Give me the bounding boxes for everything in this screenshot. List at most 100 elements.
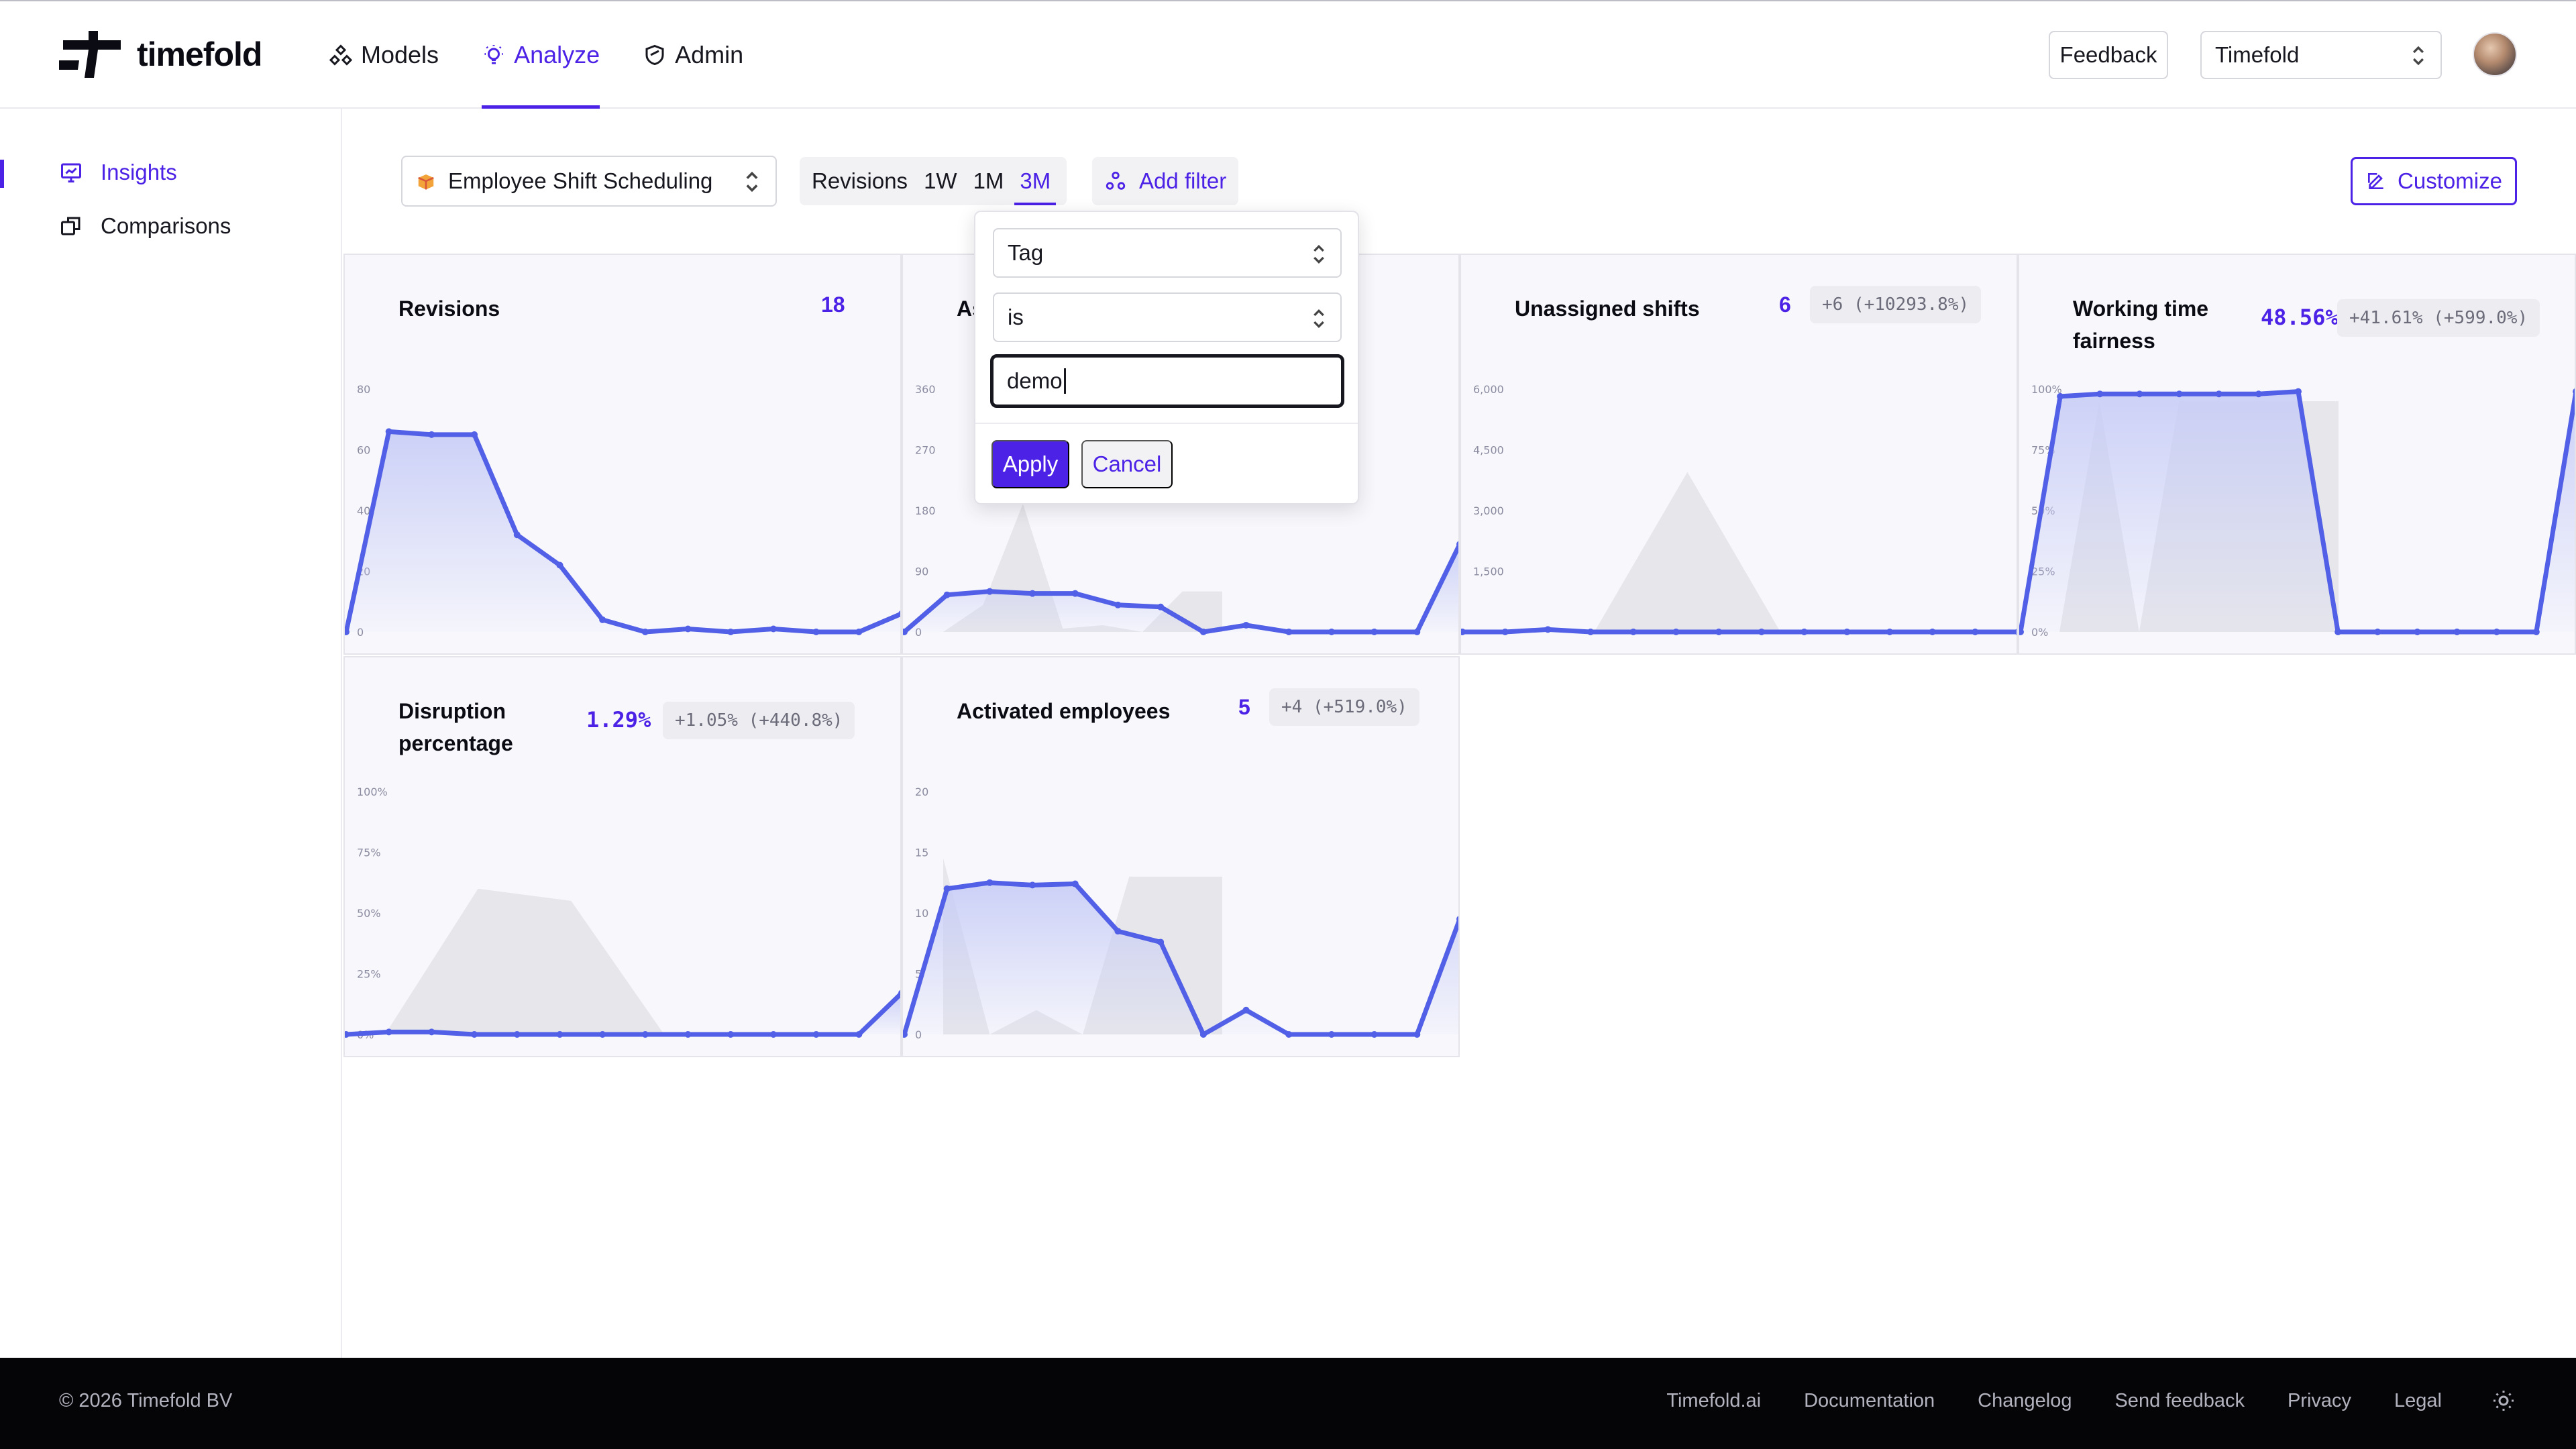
- footer-link-privacy[interactable]: Privacy: [2288, 1390, 2351, 1412]
- data-point: [1886, 629, 1893, 635]
- metric-card-unassigned-shifts[interactable]: 6,000 4,500 3,000 1,500 Unassigned shifts 6 +6…: [1460, 254, 2018, 655]
- cancel-button[interactable]: Cancel: [1081, 440, 1173, 488]
- model-select[interactable]: Employee Shift Scheduling: [401, 156, 777, 207]
- user-avatar[interactable]: [2473, 32, 2517, 76]
- data-point: [1371, 629, 1378, 635]
- filter-value-text: demo: [1007, 368, 1063, 393]
- y-tick-label: 4,500: [1473, 444, 1504, 457]
- metric-delta-badge: +4 (+519.0%): [1269, 688, 1419, 726]
- chevron-up-down-icon: [1313, 309, 1324, 329]
- data-point: [385, 428, 392, 435]
- filter-field-select[interactable]: Tag: [993, 228, 1342, 278]
- text-caret: [1063, 368, 1066, 394]
- customize-button[interactable]: Customize: [2351, 157, 2517, 205]
- nav-models-label: Models: [361, 41, 439, 68]
- data-point: [1843, 629, 1851, 635]
- data-point: [2295, 388, 2302, 395]
- y-tick-label: 3,000: [1473, 504, 1504, 517]
- metric-card-title: Disruption percentage: [398, 699, 513, 755]
- filter-value-input[interactable]: demo: [990, 354, 1344, 408]
- data-point: [1801, 629, 1808, 635]
- sun-icon[interactable]: [2491, 1389, 2516, 1413]
- series-area: [2021, 391, 2575, 632]
- metric-card-title: Unassigned shifts: [1515, 297, 1700, 321]
- metric-value: 5: [1238, 695, 1250, 719]
- y-tick-label: 80: [357, 383, 370, 396]
- y-tick-label: 60: [357, 444, 370, 457]
- feedback-button[interactable]: Feedback: [2049, 31, 2168, 79]
- data-point: [986, 588, 994, 595]
- range-3m-button[interactable]: 3M: [1012, 157, 1059, 205]
- data-point: [599, 616, 606, 623]
- previous-period-area: [1501, 472, 1780, 632]
- y-tick-label: 6,000: [1473, 383, 1504, 396]
- data-point: [812, 629, 820, 635]
- copyright: © 2026 Timefold BV: [59, 1390, 233, 1411]
- footer-link-timefold-ai[interactable]: Timefold.ai: [1666, 1390, 1761, 1412]
- nav-analyze-label: Analyze: [514, 41, 600, 68]
- data-point: [1328, 629, 1335, 635]
- data-point: [1929, 629, 1936, 635]
- range-1m-button[interactable]: 1M: [965, 157, 1012, 205]
- data-point: [1029, 590, 1036, 597]
- data-point: [684, 1031, 692, 1038]
- data-point: [986, 879, 994, 886]
- metric-card-revisions[interactable]: 806040200Revisions18: [343, 254, 902, 655]
- nav-analyze[interactable]: Analyze: [482, 1, 600, 109]
- series-area: [346, 431, 900, 632]
- metric-card-disruption-percentage[interactable]: 100% 75% 50% 25% 0% Disruption percentage 1.29…: [343, 656, 902, 1057]
- app-name: timefold: [137, 36, 262, 73]
- data-point: [2176, 390, 2183, 398]
- data-point: [1758, 629, 1765, 635]
- footer-link-documentation[interactable]: Documentation: [1804, 1390, 1935, 1412]
- logo[interactable]: timefold: [59, 31, 262, 78]
- filter-operator-select[interactable]: is: [993, 292, 1342, 342]
- data-point: [1029, 881, 1036, 889]
- data-point: [1285, 629, 1293, 635]
- metric-card-working-time-fairness[interactable]: 100%75%50%25%0%Working time fairness48.5…: [2018, 254, 2576, 655]
- data-point: [1371, 1031, 1378, 1038]
- range-1w-button[interactable]: 1W: [916, 157, 965, 205]
- footer-link-changelog[interactable]: Changelog: [1978, 1390, 2072, 1412]
- data-point: [385, 1028, 392, 1036]
- y-tick-label: 50%: [357, 907, 381, 920]
- edit-icon: [2368, 173, 2383, 189]
- box-icon: [418, 174, 434, 190]
- data-point: [1715, 629, 1723, 635]
- footer-link-send-feedback[interactable]: Send feedback: [2114, 1390, 2244, 1412]
- top-bar: timefold Models Analyze Admin Feedback T…: [0, 0, 2576, 109]
- sidebar-item-comparisons[interactable]: Comparisons: [59, 213, 231, 239]
- organization-select[interactable]: Timefold: [2200, 31, 2442, 79]
- data-point: [855, 1031, 863, 1038]
- sidebar-active-indicator: [0, 160, 4, 188]
- filter-field-value: Tag: [1008, 240, 1044, 265]
- sidebar-item-insights[interactable]: Insights: [59, 160, 177, 185]
- y-tick-label: 90: [915, 566, 928, 578]
- y-tick-label: 15: [915, 847, 928, 859]
- y-tick-label: 40: [357, 504, 370, 517]
- time-range-group: Revisions 1W 1M 3M: [800, 157, 1067, 205]
- add-filter-button[interactable]: Add filter: [1092, 157, 1239, 205]
- data-point: [1071, 590, 1079, 597]
- data-point: [2136, 390, 2143, 398]
- data-point: [1157, 938, 1165, 946]
- data-point: [2532, 629, 2540, 635]
- nav-models[interactable]: Models: [329, 1, 439, 109]
- metric-value: 18: [821, 292, 845, 317]
- metric-value: 6: [1779, 292, 1791, 317]
- data-point: [1114, 601, 1122, 608]
- chevron-up-down-icon: [1313, 244, 1324, 264]
- data-point: [769, 1031, 777, 1038]
- time-range-label: Revisions: [812, 168, 908, 193]
- metric-delta-badge: +1.05% (+440.8%): [663, 702, 855, 739]
- footer-link-legal[interactable]: Legal: [2394, 1390, 2442, 1412]
- data-point: [428, 431, 435, 438]
- data-point: [1199, 629, 1207, 635]
- y-tick-label: 100%: [2031, 383, 2062, 396]
- metric-card-activated-employees[interactable]: 20 15 10 5 0 Activated employees 5 +4 (+519.0%): [902, 656, 1460, 1057]
- data-point: [1972, 629, 1979, 635]
- apply-button[interactable]: Apply: [991, 440, 1069, 488]
- data-point: [943, 591, 951, 598]
- data-point: [1114, 928, 1122, 935]
- nav-admin[interactable]: Admin: [643, 1, 743, 109]
